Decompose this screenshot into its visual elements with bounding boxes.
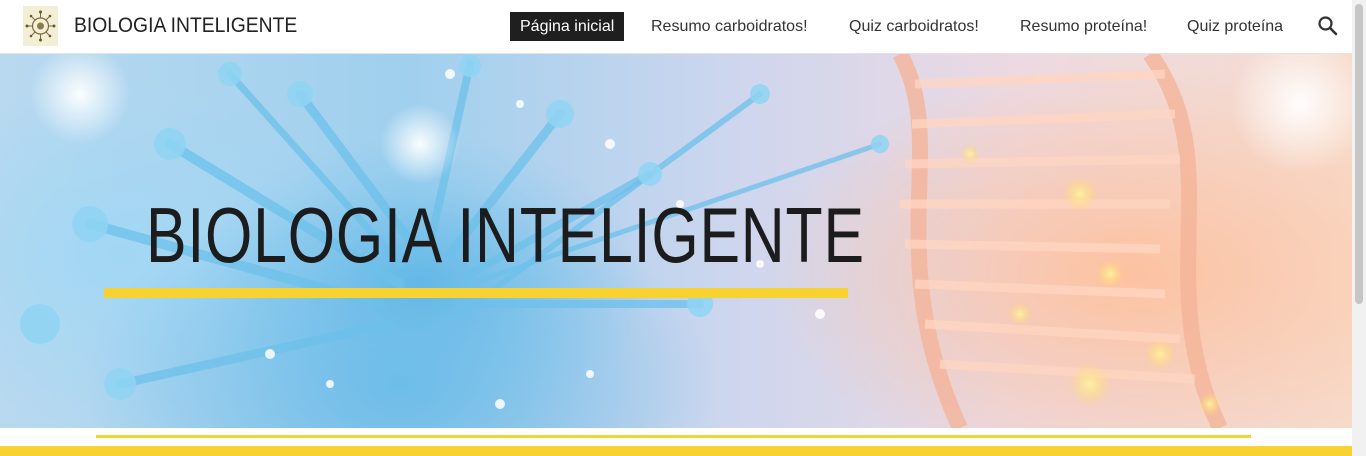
nav-item-quiz-proteina[interactable]: Quiz proteína [1187,12,1283,41]
nav-item-pagina-inicial[interactable]: Página inicial [510,12,625,41]
section-divider-line [96,435,1251,438]
nav-item-resumo-proteina[interactable]: Resumo proteína! [1020,12,1147,41]
microbe-logo-icon[interactable] [23,6,58,46]
site-header: BIOLOGIA INTELIGENTE Página inicial Resu… [0,0,1352,54]
yellow-band [0,446,1352,456]
nav-item-quiz-carboidratos[interactable]: Quiz carboidratos! [849,12,979,41]
search-button[interactable] [1316,14,1340,38]
hero-title: BIOLOGIA INTELIGENTE [146,191,865,279]
site-title[interactable]: BIOLOGIA INTELIGENTE [74,14,297,38]
scrollbar-thumb[interactable] [1355,4,1363,304]
hero-title-underline [104,288,848,298]
hero-banner: BIOLOGIA INTELIGENTE [0,54,1352,428]
search-icon [1318,16,1338,36]
page-scrollbar[interactable] [1352,0,1366,456]
page: BIOLOGIA INTELIGENTE Página inicial Resu… [0,0,1366,456]
nav-item-resumo-carboidratos[interactable]: Resumo carboidratos! [651,12,808,41]
